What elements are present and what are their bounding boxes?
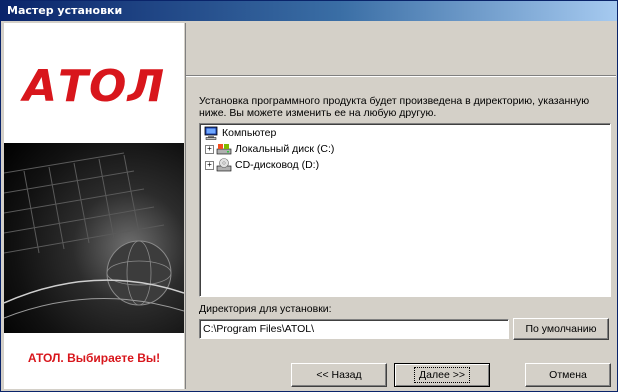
cd-drive-icon [216, 158, 232, 172]
expand-icon[interactable]: + [205, 144, 214, 154]
default-path-button[interactable]: По умолчанию [513, 318, 609, 340]
directory-input[interactable] [199, 319, 509, 339]
hard-drive-icon [216, 144, 232, 155]
cancel-button[interactable]: Отмена [525, 363, 611, 387]
next-button[interactable]: Далее >> [394, 363, 490, 387]
promo-image [4, 143, 184, 333]
computer-icon [204, 126, 218, 140]
title-bar[interactable]: Мастер установки [1, 1, 617, 21]
tree-item-cd-drive[interactable]: + CD-дисковод (D:) [205, 158, 319, 172]
tree-label-cd-drive: CD-дисковод (D:) [235, 159, 320, 171]
tree-label-computer: Компьютер [222, 127, 277, 139]
installer-window: Мастер установки АТОЛ АТОЛ. Выбираете Вы… [0, 0, 618, 392]
tree-label-local-disk: Локальный диск (C:) [235, 143, 335, 155]
directory-tree[interactable]: Компьютер + Локальный диск (C:) + CD-дис… [199, 123, 611, 297]
window-title: Мастер установки [7, 4, 123, 17]
atol-logo: АТОЛ [22, 61, 165, 112]
tree-item-computer[interactable]: Компьютер [203, 126, 276, 140]
panel-divider [185, 23, 186, 389]
keyboard-globe-graphic [4, 152, 184, 319]
tree-item-local-disk[interactable]: + Локальный диск (C:) [205, 142, 334, 156]
next-button-label: Далее >> [414, 367, 470, 383]
install-description: Установка программного продукта будет пр… [199, 95, 590, 119]
directory-label: Директория для установки: [199, 303, 332, 315]
branding-panel: АТОЛ АТОЛ. Выбираете Вы! [4, 23, 184, 389]
header-area [186, 23, 616, 73]
tagline: АТОЛ. Выбираете Вы! [27, 351, 161, 365]
header-separator [186, 75, 616, 77]
expand-icon[interactable]: + [205, 160, 214, 170]
back-button[interactable]: << Назад [291, 363, 387, 387]
